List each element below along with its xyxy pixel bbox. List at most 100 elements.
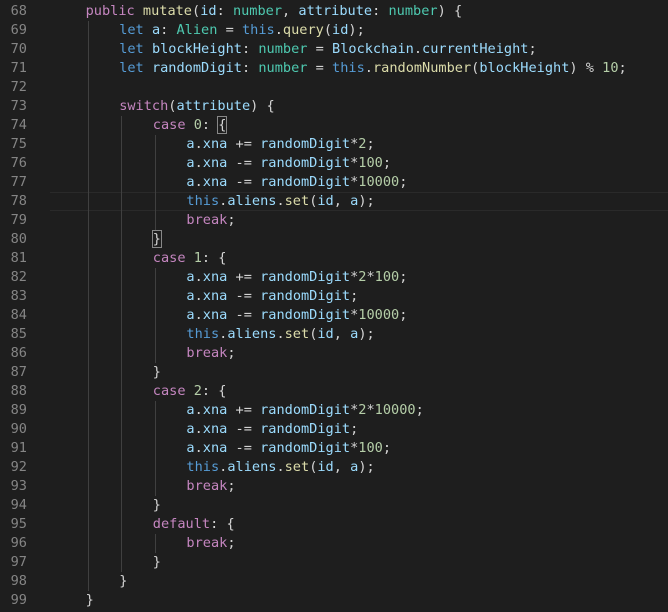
code-token: ;	[227, 535, 236, 551]
indent-guide	[154, 135, 156, 154]
code-line[interactable]: 79 break;	[0, 211, 668, 230]
code-token: Blockchain	[332, 41, 414, 57]
indent-guide	[87, 230, 89, 249]
code-token: let	[119, 60, 144, 76]
code-line[interactable]: 81 case 1: {	[0, 249, 668, 268]
code-line[interactable]: 89 a.xna += randomDigit*2*10000;	[0, 401, 668, 420]
code-token: 1	[193, 250, 202, 266]
code-token: default	[152, 516, 211, 532]
code-token: :	[241, 60, 259, 76]
indent-guide	[121, 230, 123, 249]
indent-guide	[87, 59, 89, 78]
code-line[interactable]: 77 a.xna -= randomDigit*10000;	[0, 173, 668, 192]
code-line[interactable]: 68 public mutate(id: number, attribute: n…	[0, 2, 668, 21]
indent-guide	[87, 458, 89, 477]
indent-guide	[87, 496, 89, 515]
code-line[interactable]: 78 this.aliens.set(id, a);	[0, 192, 668, 211]
indent-guide	[121, 116, 123, 135]
indent-guide	[121, 344, 123, 363]
code-line[interactable]: 86 break;	[0, 344, 668, 363]
code-line[interactable]: 99}	[0, 591, 668, 610]
code-line[interactable]: 84 a.xna -= randomDigit*10000;	[0, 306, 668, 325]
code-text: a.xna += randomDigit*2*10000;	[186, 401, 423, 420]
indent-guide	[121, 515, 123, 534]
code-text: break;	[186, 211, 235, 230]
code-line[interactable]: 80}	[0, 230, 668, 249]
code-line[interactable]: 92 this.aliens.set(id, a);	[0, 458, 668, 477]
indent-guide	[121, 477, 123, 496]
code-token: randomDigit	[260, 402, 351, 418]
code-line[interactable]: 96 break;	[0, 534, 668, 553]
code-token: }	[152, 364, 161, 380]
code-line[interactable]: 93 break;	[0, 477, 668, 496]
code-token: .	[194, 307, 203, 323]
code-token: ) %	[569, 60, 603, 76]
code-line[interactable]: 90 a.xna -= randomDigit;	[0, 420, 668, 439]
code-line[interactable]: 71 let randomDigit: number = this.randomN…	[0, 59, 668, 78]
code-editor[interactable]: 68 public mutate(id: number, attribute: n…	[0, 0, 668, 612]
code-token: 10000	[374, 402, 416, 418]
code-token: xna	[202, 174, 228, 190]
indent-guide	[154, 458, 156, 477]
code-token: this	[186, 459, 220, 475]
code-line[interactable]: 82 a.xna += randomDigit*2*100;	[0, 268, 668, 287]
code-token: ;	[227, 345, 236, 361]
code-line[interactable]: 97}	[0, 553, 668, 572]
code-token: .	[194, 155, 203, 171]
code-token: 2	[193, 383, 202, 399]
code-line[interactable]: 98}	[0, 572, 668, 591]
indent-guide	[154, 534, 156, 553]
code-token: aliens	[227, 326, 277, 342]
code-token: 10000	[358, 174, 400, 190]
line-number: 95	[10, 516, 27, 532]
code-line[interactable]: 95 default: {	[0, 515, 668, 534]
code-token: break	[186, 478, 228, 494]
line-number: 97	[10, 554, 27, 570]
line-number: 71	[10, 60, 27, 76]
code-token: randomDigit	[260, 288, 351, 304]
code-line[interactable]: 73 switch(attribute) {	[0, 97, 668, 116]
code-text: break;	[186, 344, 235, 363]
code-token: aliens	[227, 459, 277, 475]
code-token: randomDigit	[260, 440, 351, 456]
code-token: );	[358, 326, 375, 342]
code-text: a.xna += randomDigit*2*100;	[186, 268, 407, 287]
code-token: ) {	[437, 3, 463, 19]
code-line[interactable]: 76 a.xna -= randomDigit*100;	[0, 154, 668, 173]
line-number: 93	[10, 478, 27, 494]
indent-guide	[87, 21, 89, 40]
code-text: }	[86, 591, 94, 610]
code-line[interactable]: 85 this.aliens.set(id, a);	[0, 325, 668, 344]
code-token: );	[358, 459, 375, 475]
code-line[interactable]: 87}	[0, 363, 668, 382]
code-line[interactable]: 74 case 0: {	[0, 116, 668, 135]
code-text: this.aliens.set(id, a);	[186, 192, 374, 211]
code-text: a.xna -= randomDigit;	[186, 287, 358, 306]
code-line[interactable]: 88 case 2: {	[0, 382, 668, 401]
line-number: 94	[10, 497, 27, 513]
code-token: xna	[202, 440, 228, 456]
code-token: xna	[202, 288, 228, 304]
indent-guide	[87, 439, 89, 458]
line-number: 85	[10, 326, 27, 342]
code-token: xna	[202, 269, 228, 285]
code-token: xna	[202, 421, 228, 437]
code-token: ;	[350, 421, 359, 437]
code-text: let randomDigit: number = this.randomNum…	[119, 59, 627, 78]
code-token: Alien	[176, 22, 218, 38]
line-number: 78	[10, 193, 27, 209]
indent-guide	[87, 306, 89, 325]
code-line[interactable]: 69 let a: Alien = this.query(id);	[0, 21, 668, 40]
code-token: :	[201, 117, 219, 133]
code-token: .	[194, 421, 203, 437]
code-line[interactable]: 75 a.xna += randomDigit*2;	[0, 135, 668, 154]
code-line[interactable]: 91 a.xna -= randomDigit*100;	[0, 439, 668, 458]
code-text: }	[151, 230, 163, 249]
code-line[interactable]: 70 let blockHeight: number = Blockchain.c…	[0, 40, 668, 59]
code-text: a.xna -= randomDigit*100;	[186, 154, 391, 173]
code-line[interactable]: 94}	[0, 496, 668, 515]
code-line[interactable]: 83 a.xna -= randomDigit;	[0, 287, 668, 306]
code-line[interactable]: 72	[0, 78, 668, 97]
